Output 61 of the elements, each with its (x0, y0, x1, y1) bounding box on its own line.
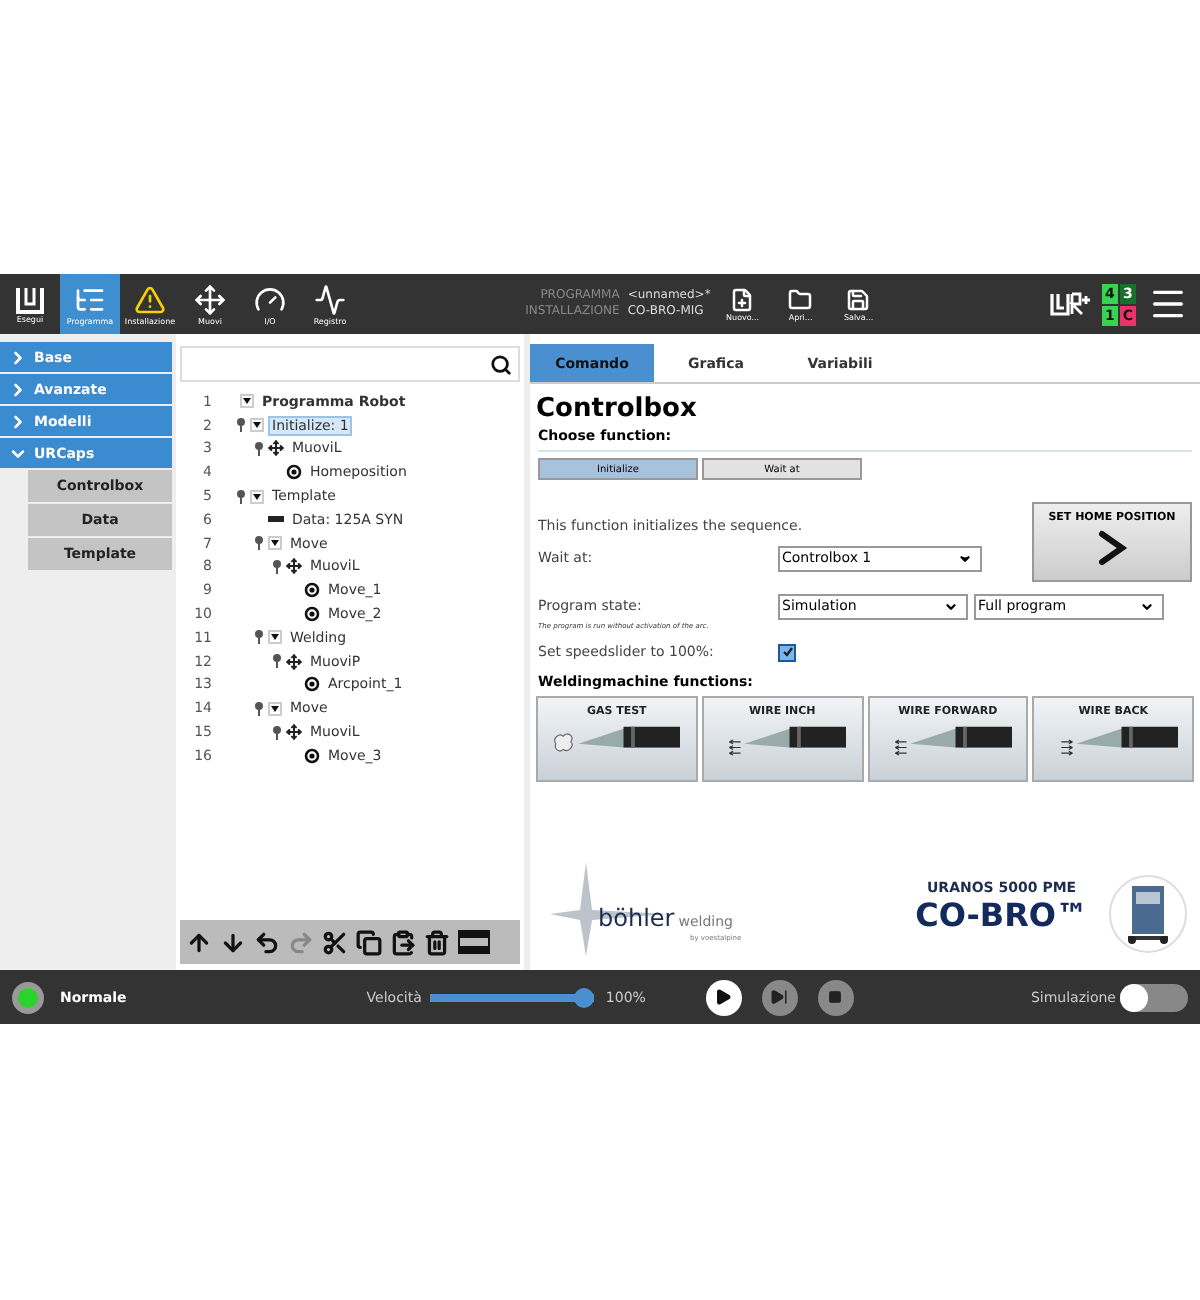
caret-icon (958, 551, 972, 565)
step-button[interactable] (761, 979, 798, 1015)
move-icon (286, 724, 302, 741)
toggle-icon[interactable] (268, 701, 282, 716)
trash-icon[interactable] (424, 929, 450, 955)
toggle-icon[interactable] (250, 418, 264, 433)
dash-icon (268, 515, 284, 524)
toggle-icon[interactable] (240, 394, 254, 409)
save-icon (846, 287, 871, 311)
toggle-icon[interactable] (250, 489, 264, 504)
search-field[interactable] (180, 346, 520, 382)
arrow-down-icon[interactable] (220, 929, 246, 955)
slider-thumb[interactable] (573, 987, 594, 1007)
pin-icon (254, 701, 264, 716)
search-icon (490, 353, 512, 375)
pin-icon (272, 559, 282, 574)
move-icon (268, 440, 284, 457)
step-icon (770, 988, 789, 1006)
pin-icon (254, 536, 264, 551)
undo-icon[interactable] (254, 929, 280, 955)
pin-icon (254, 630, 264, 645)
paste-icon[interactable] (390, 929, 416, 955)
stop-button[interactable] (817, 979, 854, 1015)
copy-icon[interactable] (356, 929, 382, 955)
pin-icon (254, 441, 264, 456)
toggle-icon[interactable] (268, 536, 282, 551)
product-name: CO-BRO™ (915, 896, 1088, 934)
pin-icon (236, 489, 246, 504)
logo-icon (16, 285, 44, 313)
waypoint-icon (286, 464, 302, 481)
torch-drawing (552, 722, 681, 758)
folder-icon (788, 287, 813, 311)
move-icon (194, 283, 226, 315)
toggle-icon[interactable] (268, 630, 282, 645)
pin-icon (236, 418, 246, 433)
caret-icon (1140, 599, 1154, 613)
scissors-icon[interactable] (322, 929, 348, 955)
pin-icon (272, 725, 282, 740)
waypoint-icon (304, 747, 320, 764)
waveform-icon (314, 283, 346, 315)
stop-icon (828, 990, 843, 1004)
brand-name: böhler (598, 904, 675, 932)
urplus-logo-icon[interactable] (1049, 292, 1090, 316)
chevron-icon (1096, 528, 1128, 568)
caret-icon (944, 599, 958, 613)
welding-machine-drawing (1108, 874, 1188, 954)
warning-icon (134, 283, 166, 315)
panel-title: Controlbox (536, 394, 699, 424)
new-file-icon (730, 287, 755, 311)
waypoint-icon (304, 676, 320, 693)
speedslider-checkbox[interactable] (778, 643, 796, 661)
tree-icon (74, 283, 106, 315)
suppress-icon[interactable] (458, 930, 490, 954)
move-icon (286, 558, 302, 575)
move-icon (286, 653, 302, 670)
pin-icon (272, 654, 282, 669)
play-button[interactable] (705, 979, 742, 1015)
dial-icon (254, 283, 286, 315)
simulation-toggle[interactable] (1120, 983, 1188, 1011)
play-icon (714, 988, 733, 1006)
arrow-up-icon[interactable] (186, 929, 212, 955)
